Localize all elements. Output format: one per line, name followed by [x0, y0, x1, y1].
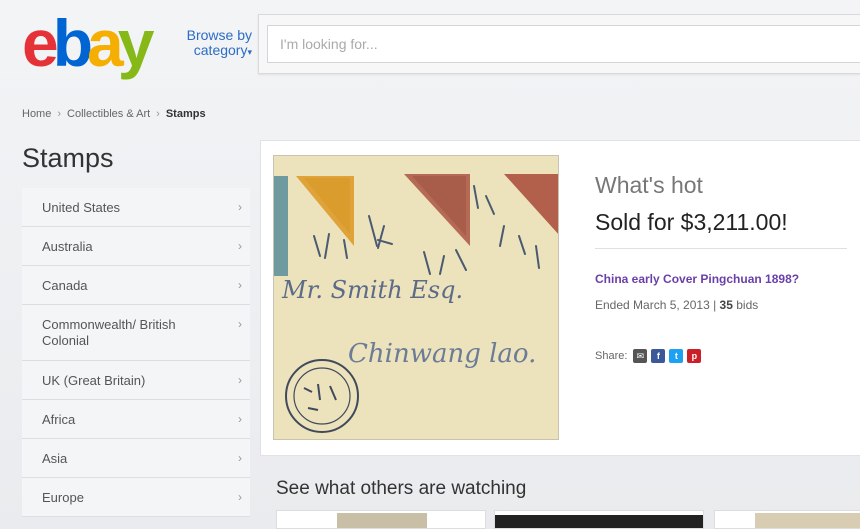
search-bar [258, 14, 860, 74]
watching-thumbnail[interactable] [494, 510, 704, 529]
sidebar-item-label: Europe [42, 490, 84, 505]
sidebar-item-label: Asia [42, 451, 68, 466]
sold-price: Sold for $3,211.00! [595, 209, 847, 249]
sidebar-item-label: United States [42, 200, 121, 215]
logo-letter-y: y [117, 6, 155, 80]
chevron-right-icon: › [238, 451, 242, 465]
sidebar-item-australia[interactable]: Australia › [22, 227, 250, 266]
chevron-right-icon: › [238, 239, 242, 253]
logo-letter-e: e [22, 6, 59, 80]
ended-date: Ended March 5, 2013 | [595, 298, 717, 312]
whats-hot-label: What's hot [595, 172, 703, 198]
chevron-right-icon: › [238, 278, 242, 292]
sidebar-item-label: Commonwealth/ British Colonial [42, 317, 176, 348]
share-label: Share: [595, 350, 628, 362]
sidebar-item-uk[interactable]: UK (Great Britain) › [22, 361, 250, 400]
sidebar-item-europe[interactable]: Europe › [22, 478, 250, 517]
sidebar-item-africa[interactable]: Africa › [22, 400, 250, 439]
sidebar-item-label: Africa [42, 412, 76, 427]
breadcrumb: Home › Collectibles & Art › Stamps [22, 108, 206, 120]
watching-thumbnail[interactable] [276, 510, 486, 529]
breadcrumb-collectibles[interactable]: Collectibles & Art [67, 108, 150, 120]
logo-letter-a: a [87, 6, 124, 80]
ebay-logo[interactable]: ebay [22, 6, 155, 80]
email-icon[interactable]: ✉ [633, 349, 648, 363]
sidebar-item-label: UK (Great Britain) [42, 373, 146, 388]
envelope-address-line1: Mr. Smith Esq. [281, 276, 463, 304]
sidebar-item-label: Canada [42, 278, 88, 293]
page: ebay Browse by category▾ Home › Collectibl… [0, 0, 860, 529]
breadcrumb-separator-icon: › [156, 108, 160, 120]
facebook-icon[interactable]: f [651, 349, 666, 363]
sidebar-item-united-states[interactable]: United States › [22, 188, 250, 227]
share-bar: Share: ✉ f t p [595, 349, 705, 363]
browse-by-category-button[interactable]: Browse by category▾ [172, 28, 252, 60]
hot-item-link[interactable]: China early Cover Pingchuan 1898? [595, 272, 799, 286]
chevron-right-icon: › [238, 317, 242, 331]
envelope-address-line2: Chinwang lao. [348, 339, 536, 369]
sidebar-item-label: Australia [42, 239, 93, 254]
pinterest-icon[interactable]: p [687, 349, 702, 363]
breadcrumb-current: Stamps [165, 108, 206, 120]
browse-label: Browse by [186, 27, 252, 43]
breadcrumb-separator-icon: › [57, 108, 62, 120]
sidebar-item-commonwealth[interactable]: Commonwealth/ British Colonial › [22, 305, 250, 361]
chevron-right-icon: › [238, 373, 242, 387]
sidebar-item-asia[interactable]: Asia › [22, 439, 250, 478]
twitter-icon[interactable]: t [669, 349, 684, 363]
browse-label-category: category [193, 42, 248, 58]
watching-section-title: See what others are watching [276, 478, 527, 499]
chevron-right-icon: › [238, 200, 242, 214]
caret-down-icon: ▾ [247, 47, 252, 57]
chevron-right-icon: › [238, 490, 242, 504]
stamp-cover-image[interactable]: Mr. Smith Esq. Chinwang lao. [273, 155, 559, 440]
hot-item-meta: Ended March 5, 2013 | 35 bids [595, 298, 758, 312]
chevron-right-icon: › [238, 412, 242, 426]
bids-count: 35 [719, 298, 733, 312]
bids-suffix: bids [736, 298, 759, 312]
whats-hot-card: Mr. Smith Esq. Chinwang lao. What's hot … [260, 140, 860, 456]
breadcrumb-home[interactable]: Home [22, 108, 51, 120]
page-title: Stamps [22, 143, 114, 173]
watching-thumbnail[interactable] [714, 510, 860, 529]
sidebar-item-canada[interactable]: Canada › [22, 266, 250, 305]
search-input[interactable] [267, 25, 860, 63]
category-list: United States › Australia › Canada › Common… [22, 188, 250, 517]
logo-letter-b: b [52, 6, 93, 80]
